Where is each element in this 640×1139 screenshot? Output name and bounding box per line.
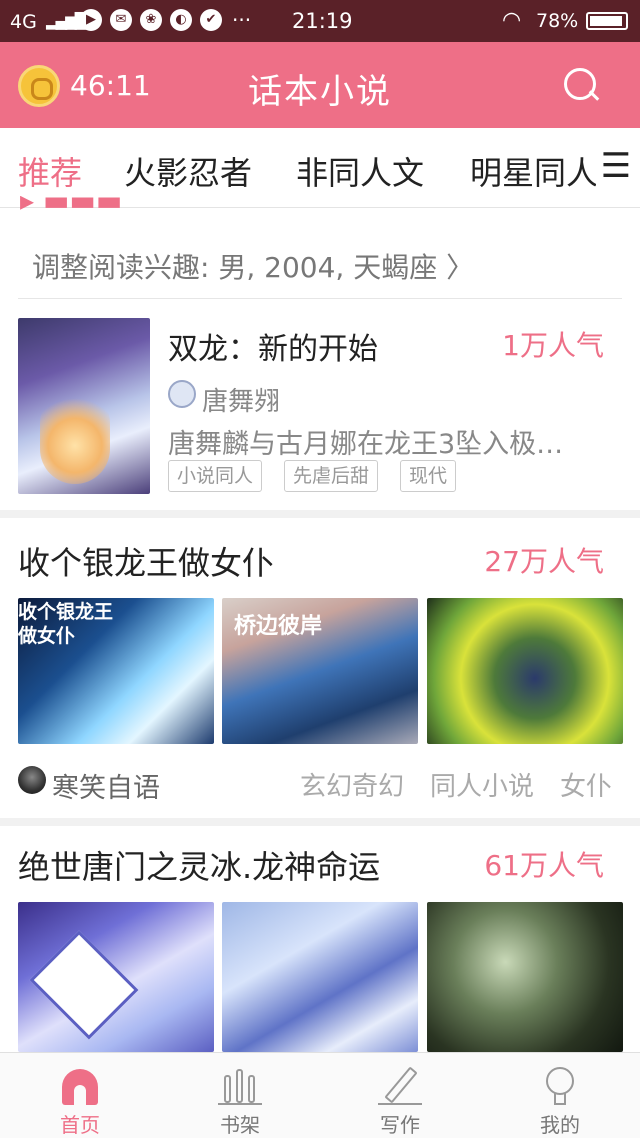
- signal-bars-icon: ▂▄▆█: [46, 12, 86, 30]
- notification-icons: ▶ ✉ ❀ ◐ ✔: [80, 9, 222, 31]
- tag-label[interactable]: 现代: [400, 460, 457, 492]
- tag-label[interactable]: 先虐后甜: [284, 460, 379, 492]
- nav-write[interactable]: 写作: [320, 1053, 480, 1139]
- popularity-count: 27万人气: [484, 545, 604, 578]
- reader-app-icon: ◐: [170, 9, 192, 31]
- popularity-count: 61万人气: [484, 849, 604, 882]
- cover-title-text: 桥边彼岸: [234, 614, 323, 639]
- nav-home[interactable]: 首页: [0, 1053, 160, 1139]
- genre-tag[interactable]: 玄幻奇幻: [300, 766, 404, 803]
- battery-icon: [586, 12, 628, 30]
- book-illustration[interactable]: [427, 598, 623, 744]
- search-icon[interactable]: [564, 68, 600, 104]
- divider: [18, 298, 622, 299]
- tab-recommend[interactable]: 推荐: [18, 148, 82, 194]
- tab-original[interactable]: 非同人文: [296, 148, 424, 194]
- book-title[interactable]: 收个银龙王做女仆: [18, 538, 274, 584]
- menu-icon[interactable]: ☰: [596, 148, 636, 188]
- book-illustration[interactable]: 桥边彼岸: [222, 598, 418, 744]
- book-cover[interactable]: [18, 318, 150, 494]
- battery-percent: 78%: [536, 10, 579, 32]
- book-title[interactable]: 绝世唐门之灵冰.龙神命运: [18, 842, 380, 888]
- author-avatar[interactable]: [168, 380, 196, 408]
- wifi-icon: ◠: [502, 8, 522, 33]
- pencil-icon: [378, 1065, 422, 1105]
- nav-label: 书架: [220, 1113, 260, 1137]
- book-illustration[interactable]: 收个银龙王做女仆: [18, 598, 214, 744]
- tab-celebrity[interactable]: 明星同人: [470, 148, 598, 194]
- genre-tag[interactable]: 同人小说: [430, 766, 534, 803]
- tag-label[interactable]: 小说同人: [168, 460, 263, 492]
- book-illustration[interactable]: [222, 902, 418, 1052]
- section-divider: [0, 818, 640, 826]
- nav-profile[interactable]: 我的: [480, 1053, 640, 1139]
- home-icon: [62, 1065, 98, 1105]
- check-app-icon: ✔: [200, 9, 222, 31]
- tab-naruto[interactable]: 火影忍者: [124, 148, 252, 194]
- book-title[interactable]: 双龙：新的开始: [168, 324, 378, 368]
- interest-settings-link[interactable]: 调整阅读兴趣: 男, 2004, 天蝎座 〉: [32, 246, 474, 286]
- app-title: 话本小说: [248, 72, 392, 112]
- nav-label: 我的: [540, 1113, 580, 1137]
- signal-indicator: 4G: [10, 11, 37, 33]
- book-description: 唐舞麟与古月娜在龙王3坠入极…: [168, 429, 564, 460]
- genre-tag[interactable]: 女仆: [560, 766, 612, 803]
- nav-label: 首页: [60, 1113, 100, 1137]
- popularity-count: 1万人气: [502, 329, 604, 362]
- more-notifications-icon: ···: [232, 8, 252, 32]
- app-header: 46:11 话本小说: [0, 42, 640, 128]
- nav-label: 写作: [380, 1113, 420, 1137]
- author-name[interactable]: 唐舞翙: [202, 381, 280, 418]
- nav-bookshelf[interactable]: 书架: [160, 1053, 320, 1139]
- status-bar: 4G ▂▄▆█ ▶ ✉ ❀ ◐ ✔ ··· 21:19 ◠ 78%: [0, 0, 640, 42]
- bottom-navigation: 首页 书架 写作 我的: [0, 1052, 640, 1138]
- bookshelf-icon: [218, 1065, 262, 1105]
- palette-app-icon: ❀: [140, 9, 162, 31]
- author-avatar[interactable]: [18, 766, 46, 794]
- clock: 21:19: [292, 9, 353, 33]
- profile-icon: [542, 1065, 578, 1105]
- book-illustration[interactable]: [427, 902, 623, 1052]
- book-illustration[interactable]: [18, 902, 214, 1052]
- section-header-clipped: ▸ ▬▬▬: [20, 196, 122, 210]
- mail-app-icon: ✉: [110, 9, 132, 31]
- cover-title-text: 收个银龙王做女仆: [18, 601, 114, 647]
- section-divider: [0, 510, 640, 518]
- author-name[interactable]: 寒笑自语: [52, 766, 160, 805]
- music-app-icon: ▶: [80, 9, 102, 31]
